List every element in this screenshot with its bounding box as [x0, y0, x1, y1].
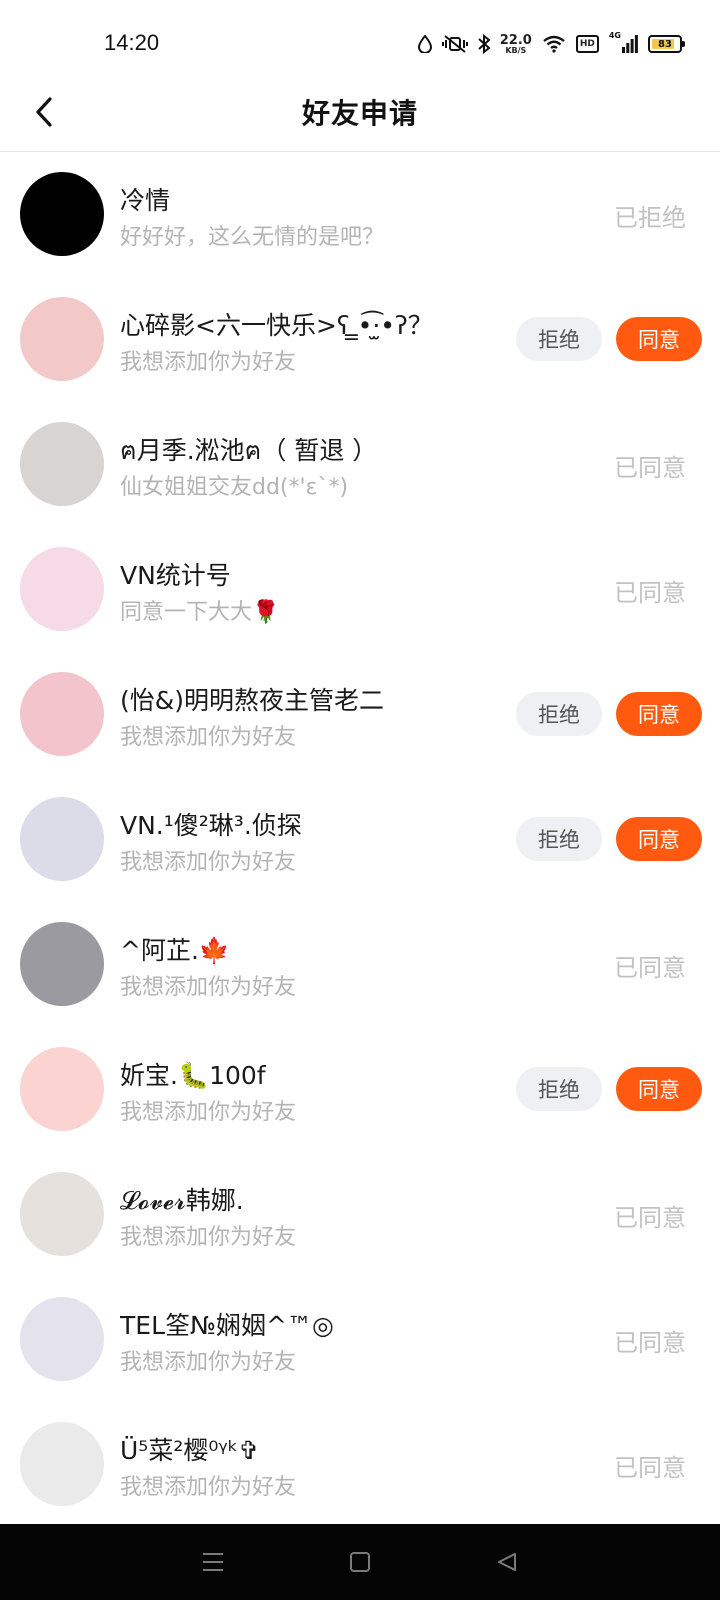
request-message: 我想添加你为好友	[120, 850, 297, 875]
friend-request-row[interactable]: Ü⁵菜²樱⁰ᵞᵏ✞ 我想添加你为好友 已同意	[0, 1403, 720, 1528]
battery-icon: 83	[648, 35, 685, 53]
reject-button[interactable]: 拒绝	[516, 692, 602, 736]
request-message: 我想添加你为好友	[120, 350, 297, 375]
requester-name: ^阿芷.🍁	[120, 936, 231, 965]
requester-name: 冷情	[120, 186, 171, 215]
request-message: 同意一下大大🌹	[120, 600, 280, 625]
accept-button[interactable]: 同意	[616, 817, 702, 861]
network-speed: 22.0 KB/S	[500, 34, 532, 55]
back-triangle-icon	[497, 1553, 516, 1571]
request-message: 我想添加你为好友	[120, 1100, 297, 1125]
friend-request-list: 冷情好好好，这么无情的是吧？ 已拒绝心碎影<六一快乐>ʕ ̳•͡·̫•ʔ？ 我想添加…	[0, 153, 720, 1528]
avatar[interactable]	[20, 672, 104, 756]
avatar[interactable]	[20, 172, 104, 256]
cell-signal-icon: 4G	[609, 31, 638, 57]
avatar[interactable]	[20, 797, 104, 881]
requester-name: TEL筌№娴姻^™◎	[120, 1311, 334, 1340]
water-drop-icon	[417, 31, 432, 57]
requester-name: 心碎影<六一快乐>ʕ ̳•͡·̫•ʔ？	[120, 311, 433, 340]
accept-button[interactable]: 同意	[616, 692, 702, 736]
reject-button[interactable]: 拒绝	[516, 1067, 602, 1111]
avatar[interactable]	[20, 1297, 104, 1381]
request-status: 已同意	[614, 954, 686, 982]
request-message: 我想添加你为好友	[120, 1225, 297, 1250]
battery-level: 83	[658, 38, 672, 50]
request-message: 我想添加你为好友	[120, 725, 297, 750]
request-status: 已拒绝	[614, 204, 686, 232]
system-nav-bar	[0, 1524, 720, 1600]
friend-request-row[interactable]: 冷情好好好，这么无情的是吧？ 已拒绝	[0, 153, 720, 278]
network-speed-value: 22.0	[499, 32, 532, 48]
avatar[interactable]	[20, 922, 104, 1006]
hd-icon: HD	[575, 35, 599, 53]
status-icons: 22.0 KB/S HD 4G 83	[417, 30, 685, 58]
bluetooth-icon	[478, 31, 490, 57]
request-message: 我想添加你为好友	[120, 1475, 297, 1500]
accept-button[interactable]: 同意	[616, 317, 702, 361]
request-status: 已同意	[614, 579, 686, 607]
request-status: 已同意	[614, 1204, 686, 1232]
friend-request-row[interactable]: VN.¹傻²琳³.侦探我想添加你为好友 拒绝 同意	[0, 778, 720, 903]
mute-vibrate-icon	[441, 31, 468, 57]
requester-name: Ü⁵菜²樱⁰ᵞᵏ✞	[120, 1436, 260, 1465]
menu-button[interactable]	[183, 1542, 243, 1582]
request-status: 已同意	[614, 454, 686, 482]
friend-request-row[interactable]: ฅ月季.淞池ฅ（ 暂退 ） 仙女姐姐交友dd(*'ε`*) 已同意	[0, 403, 720, 528]
requester-name: VN统计号	[120, 561, 231, 590]
friend-request-row[interactable]: VN统计号同意一下大大🌹 已同意	[0, 528, 720, 653]
request-status: 已同意	[614, 1454, 686, 1482]
avatar[interactable]	[20, 1172, 104, 1256]
requester-name: (怡&)明明熬夜主管老二	[120, 686, 385, 715]
home-square-icon	[349, 1552, 370, 1572]
reject-button[interactable]: 拒绝	[516, 317, 602, 361]
status-bar: 14:20 22.0 KB/S HD 4G 83	[0, 0, 720, 88]
friend-request-row[interactable]: (怡&)明明熬夜主管老二我想添加你为好友 拒绝 同意	[0, 653, 720, 778]
request-status: 已同意	[614, 1329, 686, 1357]
wifi-icon	[542, 31, 566, 57]
request-message: 好好好，这么无情的是吧？	[120, 225, 385, 250]
page-title: 好友申请	[301, 97, 418, 130]
signal-type-label: 4G	[608, 31, 621, 40]
avatar[interactable]	[20, 547, 104, 631]
requester-name: VN.¹傻²琳³.侦探	[120, 811, 302, 840]
accept-button[interactable]: 同意	[616, 1067, 702, 1111]
network-speed-unit: KB/S	[505, 45, 527, 55]
friend-request-row[interactable]: 𝓛𝓸𝓿𝓮𝓻韩娜. 我想添加你为好友 已同意	[0, 1153, 720, 1278]
requester-name: 𝓛𝓸𝓿𝓮𝓻韩娜.	[120, 1186, 244, 1215]
friend-request-row[interactable]: 妡宝.🐛100f 我想添加你为好友 拒绝 同意	[0, 1028, 720, 1153]
menu-icon	[203, 1553, 224, 1571]
requester-name: 妡宝.🐛100f	[120, 1061, 266, 1090]
home-button[interactable]	[330, 1542, 390, 1582]
requester-name: ฅ月季.淞池ฅ（ 暂退 ）	[120, 436, 378, 465]
nav-bar: 好友申请	[0, 76, 720, 152]
request-message: 仙女姐姐交友dd(*'ε`*)	[120, 475, 349, 500]
avatar[interactable]	[20, 1422, 104, 1506]
avatar[interactable]	[20, 1047, 104, 1131]
status-time: 14:20	[104, 30, 160, 55]
reject-button[interactable]: 拒绝	[516, 817, 602, 861]
request-message: 我想添加你为好友	[120, 975, 297, 1000]
avatar[interactable]	[20, 297, 104, 381]
friend-request-row[interactable]: TEL筌№娴姻^™◎ 我想添加你为好友 已同意	[0, 1278, 720, 1403]
friend-request-row[interactable]: ^阿芷.🍁 我想添加你为好友 已同意	[0, 903, 720, 1028]
friend-request-row[interactable]: 心碎影<六一快乐>ʕ ̳•͡·̫•ʔ？ 我想添加你为好友 拒绝 同意	[0, 278, 720, 403]
request-message: 我想添加你为好友	[120, 1350, 297, 1375]
avatar[interactable]	[20, 422, 104, 506]
back-nav-button[interactable]	[477, 1542, 537, 1582]
